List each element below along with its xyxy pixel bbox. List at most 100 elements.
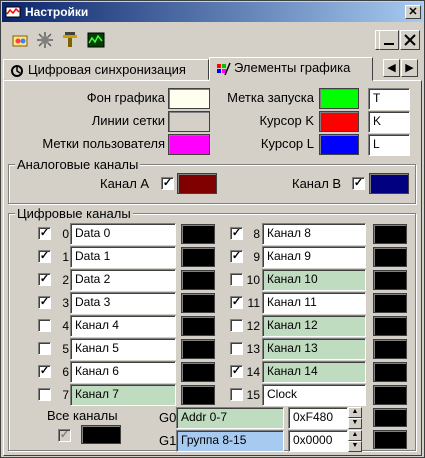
channel-2-color-swatch[interactable] [181, 270, 215, 290]
channel-15-color-swatch[interactable] [373, 385, 407, 405]
all-channels-label: Все каналы [47, 408, 118, 423]
close-panel-button[interactable] [400, 30, 420, 50]
palette-icon [217, 62, 231, 76]
channel-2-checkbox[interactable]: ✓ [38, 273, 51, 286]
group-g1-spinner[interactable]: ▲ ▼ [348, 430, 362, 452]
channel-8-name-input[interactable]: Канал 8 [262, 223, 366, 245]
window-title: Настройки [25, 5, 89, 19]
tab-digital-sync[interactable]: Цифровая синхронизация [3, 59, 209, 80]
channel-11-checkbox[interactable]: ✓ [230, 296, 243, 309]
channel-13-name-input[interactable]: Канал 13 [262, 338, 366, 360]
all-channels-checkbox[interactable]: ✓ [58, 429, 71, 442]
spin-up-icon[interactable]: ▲ [348, 430, 362, 441]
channel-6-color-swatch[interactable] [181, 362, 215, 382]
all-channels-color-swatch[interactable] [81, 425, 121, 444]
check-icon: ✓ [39, 273, 50, 285]
group-g1-name-input[interactable]: Группа 8-15 [176, 430, 284, 452]
channel-9-checkbox[interactable]: ✓ [230, 250, 243, 263]
channel-10-checkbox[interactable] [230, 273, 243, 286]
channel-14-name-input[interactable]: Канал 14 [262, 361, 366, 383]
channel-15-number: 15 [246, 388, 260, 402]
group-g0-color-swatch[interactable] [373, 408, 407, 427]
group-g0-spinner[interactable]: ▲ ▼ [348, 407, 362, 429]
minimize-button[interactable] [379, 30, 399, 50]
spin-up-icon[interactable]: ▲ [348, 407, 362, 418]
channel-0-color-swatch[interactable] [181, 224, 215, 244]
trigger-mark-input[interactable]: T [368, 88, 410, 110]
channel-5-checkbox[interactable] [38, 342, 51, 355]
channel-6-checkbox[interactable]: ✓ [38, 365, 51, 378]
spin-down-icon[interactable]: ▼ [348, 441, 362, 452]
cursor-k-color-swatch[interactable] [319, 111, 359, 132]
channel-7-color-swatch[interactable] [181, 385, 215, 405]
tab-prev-button[interactable]: ◀ [383, 59, 400, 77]
channel-12-color-swatch[interactable] [373, 316, 407, 336]
channel-15-checkbox[interactable] [230, 388, 243, 401]
channel-b-color-swatch[interactable] [369, 173, 409, 194]
channel-8-color-swatch[interactable] [373, 224, 407, 244]
cursor-l-input[interactable]: L [368, 134, 410, 156]
channel-2-name-input[interactable]: Data 2 [70, 269, 176, 291]
channel-10-name-input[interactable]: Канал 10 [262, 269, 366, 291]
channel-a-checkbox[interactable]: ✓ [161, 177, 174, 190]
tab-next-button[interactable]: ▶ [401, 59, 418, 77]
analog-channels-group: Аналоговые каналы Канал A ✓ Канал B ✓ [8, 157, 416, 204]
channel-8-checkbox[interactable]: ✓ [230, 227, 243, 240]
channel-14-color-swatch[interactable] [373, 362, 407, 382]
channel-12-name-input[interactable]: Канал 12 [262, 315, 366, 337]
channel-1-name-input[interactable]: Data 1 [70, 246, 176, 268]
user-marks-color-swatch[interactable] [168, 134, 210, 155]
channel-0-name-input[interactable]: Data 0 [70, 223, 176, 245]
grid-color-swatch[interactable] [168, 111, 210, 132]
channel-1-color-swatch[interactable] [181, 247, 215, 267]
channel-13-checkbox[interactable] [230, 342, 243, 355]
channel-1-checkbox[interactable]: ✓ [38, 250, 51, 263]
channel-3-name-input[interactable]: Data 3 [70, 292, 176, 314]
channel-a-color-swatch[interactable] [177, 173, 217, 194]
tab-graph-elements[interactable]: Элементы графика [209, 57, 373, 81]
channel-0-checkbox[interactable]: ✓ [38, 227, 51, 240]
scope-button[interactable] [85, 29, 107, 51]
channel-13-color-swatch[interactable] [373, 339, 407, 359]
group-g0-value-input[interactable]: 0xF480 [288, 407, 348, 429]
effects-button[interactable] [34, 29, 56, 51]
channel-b-checkbox[interactable]: ✓ [352, 177, 365, 190]
spin-down-icon[interactable]: ▼ [348, 418, 362, 429]
channel-15-name-input[interactable]: Clock [262, 384, 366, 406]
channel-11-number: 11 [247, 296, 260, 310]
channel-3-color-swatch[interactable] [181, 293, 215, 313]
settings-window: Настройки ✕ Цифровая синхронизация Элеме… [0, 0, 425, 458]
close-button[interactable]: ✕ [405, 5, 421, 19]
open-settings-button[interactable] [9, 29, 31, 51]
channel-9-name-input[interactable]: Канал 9 [262, 246, 366, 268]
channel-4-color-swatch[interactable] [181, 316, 215, 336]
close-icon: ✕ [408, 6, 418, 18]
cursor-k-input[interactable]: K [368, 111, 410, 133]
grid-label: Линии сетки [91, 113, 165, 128]
group-g1-color-swatch[interactable] [373, 430, 407, 449]
background-color-swatch[interactable] [168, 88, 210, 109]
channel-4-checkbox[interactable] [38, 319, 51, 332]
channel-11-name-input[interactable]: Канал 11 [262, 292, 366, 314]
channel-7-number: 7 [62, 388, 69, 402]
channel-4-name-input[interactable]: Канал 4 [70, 315, 176, 337]
group-g0-name-input[interactable]: Addr 0-7 [176, 407, 284, 429]
channel-10-color-swatch[interactable] [373, 270, 407, 290]
cursor-l-color-swatch[interactable] [319, 134, 359, 155]
channel-5-color-swatch[interactable] [181, 339, 215, 359]
channel-12-checkbox[interactable] [230, 319, 243, 332]
channel-7-name-input[interactable]: Канал 7 [70, 384, 176, 406]
channel-7-checkbox[interactable] [38, 388, 51, 401]
channel-5-name-input[interactable]: Канал 5 [70, 338, 176, 360]
group-g1-value-input[interactable]: 0x0000 [288, 430, 348, 452]
channel-14-checkbox[interactable]: ✓ [230, 365, 243, 378]
trigger-color-swatch[interactable] [319, 88, 359, 109]
channel-9-color-swatch[interactable] [373, 247, 407, 267]
channel-6-name-input[interactable]: Канал 6 [70, 361, 176, 383]
channel-3-checkbox[interactable]: ✓ [38, 296, 51, 309]
channel-11-color-swatch[interactable] [373, 293, 407, 313]
probe-button[interactable] [59, 29, 81, 51]
channel-14-number: 14 [246, 365, 260, 379]
digital-group-title: Цифровые каналы [15, 206, 133, 221]
check-icon: ✓ [39, 227, 50, 239]
